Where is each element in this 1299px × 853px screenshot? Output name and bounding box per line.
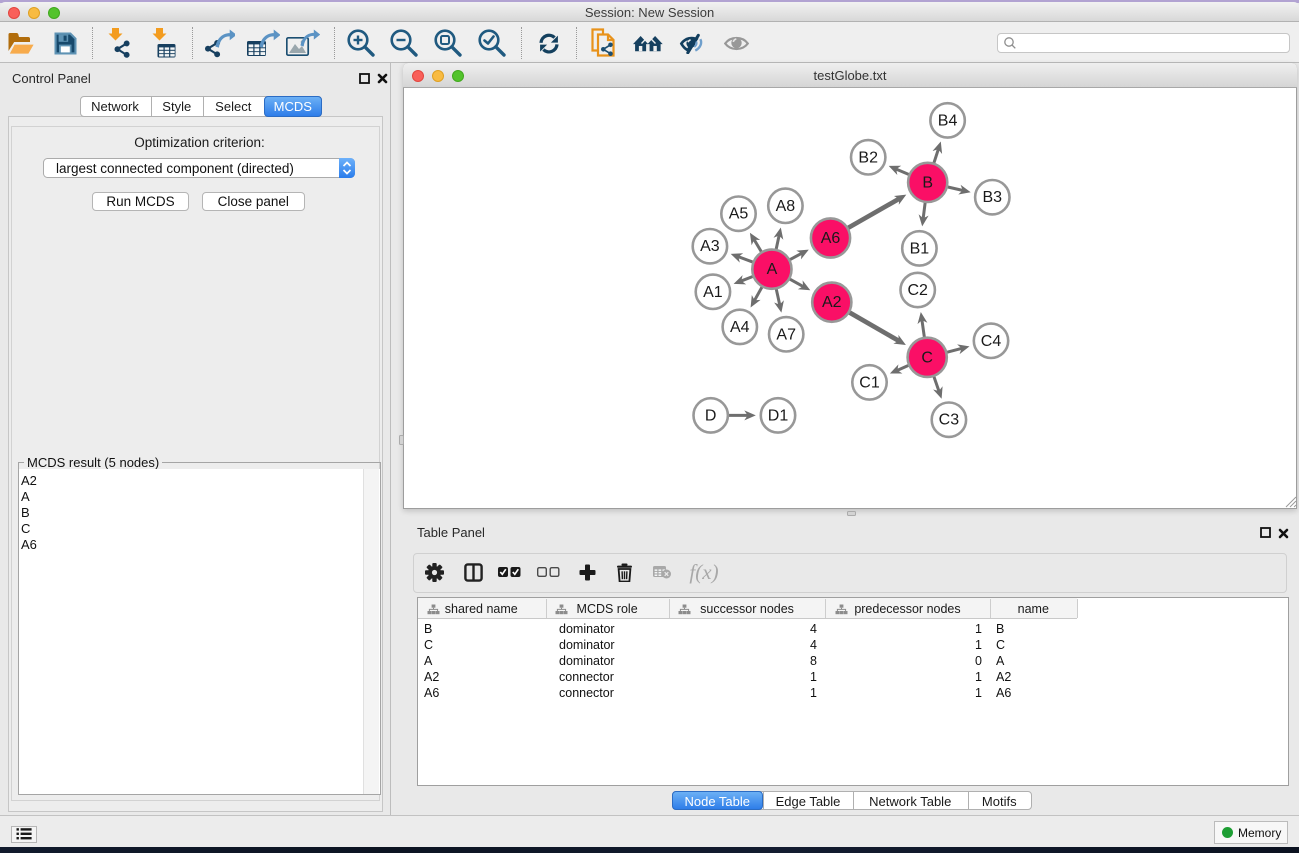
svg-text:A4: A4 <box>730 319 750 336</box>
svg-text:B: B <box>922 174 933 191</box>
svg-text:C2: C2 <box>907 282 928 299</box>
svg-text:D1: D1 <box>768 407 789 424</box>
svg-text:A: A <box>767 261 778 278</box>
svg-text:D: D <box>705 407 717 424</box>
svg-text:B1: B1 <box>910 240 930 257</box>
svg-text:A2: A2 <box>822 294 842 311</box>
svg-text:A8: A8 <box>776 198 796 215</box>
svg-text:A7: A7 <box>776 326 796 343</box>
svg-text:B2: B2 <box>858 149 878 166</box>
svg-text:C4: C4 <box>981 333 1002 350</box>
svg-text:C3: C3 <box>939 412 960 429</box>
svg-text:A5: A5 <box>729 206 749 223</box>
svg-text:A6: A6 <box>821 230 841 247</box>
svg-text:B3: B3 <box>983 189 1003 206</box>
svg-text:C: C <box>921 349 933 366</box>
svg-text:C1: C1 <box>859 374 880 391</box>
svg-text:B4: B4 <box>938 112 958 129</box>
svg-text:A3: A3 <box>700 238 720 255</box>
svg-text:A1: A1 <box>703 284 723 301</box>
